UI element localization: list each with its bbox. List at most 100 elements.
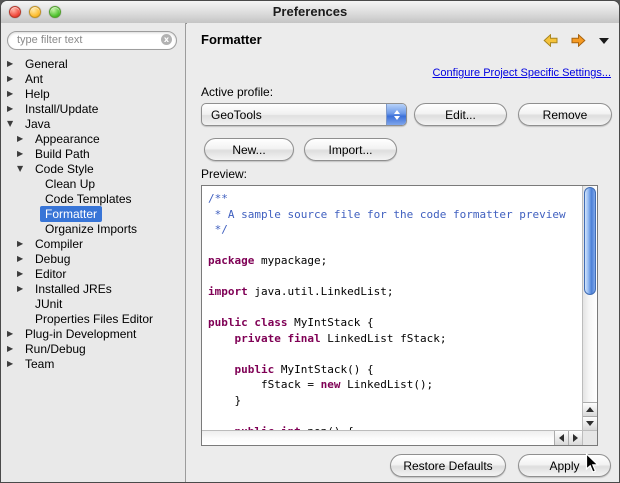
sidebar-item-properties-files-editor[interactable]: Properties Files Editor — [1, 311, 184, 326]
apply-button[interactable]: Apply — [518, 454, 611, 477]
sidebar-item-install-update[interactable]: ▶ Install/Update — [1, 101, 184, 116]
scroll-right-button[interactable] — [568, 431, 582, 445]
expand-arrow-icon[interactable]: ▶ — [7, 59, 20, 68]
active-profile-label: Active profile: — [201, 85, 274, 99]
code-line: } — [208, 393, 242, 407]
preferences-tree: ▶ General ▶ Ant ▶ Help ▶ Install/Update ▼ Java ▶ Ap… — [1, 56, 184, 482]
scroll-left-button[interactable] — [554, 431, 568, 445]
expand-arrow-icon[interactable]: ▶ — [7, 104, 20, 113]
code-line: import java.util.LinkedList; — [208, 285, 394, 298]
sidebar-item-label: Appearance — [35, 131, 100, 146]
expand-arrow-icon[interactable]: ▶ — [17, 284, 30, 293]
remove-button[interactable]: Remove — [518, 103, 612, 126]
sidebar-item-editor[interactable]: ▶ Editor — [1, 266, 184, 281]
scroll-up-icon — [586, 407, 594, 412]
import-button[interactable]: Import... — [304, 138, 397, 161]
profile-selected-value: GeoTools — [211, 107, 262, 122]
sidebar-item-label: Compiler — [35, 236, 84, 251]
expand-arrow-icon[interactable]: ▶ — [17, 269, 30, 278]
expand-arrow-icon[interactable]: ▶ — [17, 239, 30, 248]
code-line: package mypackage; — [208, 254, 328, 267]
sidebar-item-compiler[interactable]: ▶ Compiler — [1, 236, 184, 251]
sidebar-item-label: Plug-in Development — [25, 326, 137, 341]
expand-arrow-icon[interactable]: ▶ — [7, 359, 20, 368]
expand-arrow-icon[interactable]: ▶ — [17, 134, 30, 143]
sidebar-item-clean-up[interactable]: Clean Up — [1, 176, 184, 191]
forward-icon[interactable] — [569, 34, 586, 47]
code-line: public class MyIntStack { — [208, 316, 374, 329]
sidebar-item-label: JUnit — [35, 296, 63, 311]
sidebar-item-label: Ant — [25, 71, 44, 86]
sidebar-item-build-path[interactable]: ▶ Build Path — [1, 146, 184, 161]
sidebar-item-label: Formatter — [40, 205, 103, 222]
sidebar-item-label: Install/Update — [25, 101, 99, 116]
scroll-down-button[interactable] — [583, 416, 597, 430]
expand-arrow-icon[interactable]: ▶ — [7, 344, 20, 353]
main-panel: Formatter Configure Project Specific Set… — [187, 23, 619, 482]
expand-arrow-icon[interactable]: ▶ — [17, 149, 30, 158]
sidebar-item-label: General — [25, 56, 68, 71]
vertical-scrollbar[interactable] — [582, 186, 597, 430]
new-button[interactable]: New... — [204, 138, 294, 161]
sidebar-item-code-templates[interactable]: Code Templates — [1, 191, 184, 206]
sidebar-item-debug[interactable]: ▶ Debug — [1, 251, 184, 266]
sidebar-item-ant[interactable]: ▶ Ant — [1, 71, 184, 86]
sidebar-item-run-debug[interactable]: ▶ Run/Debug — [1, 341, 184, 356]
expand-arrow-icon[interactable]: ▶ — [17, 254, 30, 263]
sidebar-item-label: Build Path — [35, 146, 90, 161]
sidebar-item-label: Run/Debug — [25, 341, 86, 356]
sidebar-item-team[interactable]: ▶ Team — [1, 356, 184, 371]
profile-dropdown[interactable]: GeoTools — [201, 103, 407, 126]
expand-arrow-icon[interactable]: ▶ — [7, 89, 20, 98]
sidebar-item-organize-imports[interactable]: Organize Imports — [1, 221, 184, 236]
edit-button[interactable]: Edit... — [414, 103, 507, 126]
page-nav — [543, 34, 609, 47]
vertical-scrollbar-thumb[interactable] — [584, 187, 596, 295]
code-line: private final LinkedList fStack; — [234, 331, 447, 345]
titlebar[interactable]: Preferences — [1, 1, 619, 24]
sidebar-item-label: Code Style — [35, 161, 94, 176]
collapse-arrow-icon[interactable]: ▼ — [17, 164, 30, 173]
sidebar-item-label: Installed JREs — [35, 281, 112, 296]
scroll-up-button[interactable] — [583, 402, 597, 416]
collapse-arrow-icon[interactable]: ▼ — [7, 119, 20, 128]
dropdown-arrows-icon — [386, 104, 406, 125]
clear-filter-icon[interactable]: x — [161, 34, 172, 45]
sidebar-item-label: Clean Up — [45, 176, 96, 191]
preferences-window: Preferences x ▶ General ▶ Ant ▶ Help ▶ Install/… — [0, 0, 620, 483]
code-line: /** — [208, 192, 228, 205]
sidebar-item-installed-jres[interactable]: ▶ Installed JREs — [1, 281, 184, 296]
code-line: */ — [208, 223, 228, 236]
sidebar-item-label: Java — [25, 116, 51, 131]
scroll-left-icon — [559, 434, 564, 442]
expand-arrow-icon[interactable]: ▶ — [7, 74, 20, 83]
sidebar-item-plug-in-development[interactable]: ▶ Plug-in Development — [1, 326, 184, 341]
code-preview: /** * A sample source file for the code … — [201, 185, 598, 446]
code-line: fStack = new LinkedList(); — [208, 378, 434, 391]
view-menu-icon[interactable] — [599, 37, 609, 44]
sidebar-item-label: Debug — [35, 251, 71, 266]
sidebar-item-appearance[interactable]: ▶ Appearance — [1, 131, 184, 146]
scroll-right-icon — [573, 434, 578, 442]
configure-project-settings-link[interactable]: Configure Project Specific Settings... — [432, 67, 611, 79]
sidebar-item-label: Properties Files Editor — [35, 311, 154, 326]
expand-arrow-icon[interactable]: ▶ — [7, 329, 20, 338]
restore-defaults-button[interactable]: Restore Defaults — [390, 454, 506, 477]
sidebar-item-help[interactable]: ▶ Help — [1, 86, 184, 101]
sidebar-item-general[interactable]: ▶ General — [1, 56, 184, 71]
sidebar-item-junit[interactable]: JUnit — [1, 296, 184, 311]
sidebar-item-formatter[interactable]: Formatter — [1, 205, 184, 222]
filter-input[interactable] — [7, 30, 177, 50]
page-title: Formatter — [201, 32, 262, 47]
horizontal-scrollbar[interactable] — [202, 430, 582, 445]
sidebar-item-java[interactable]: ▼ Java — [1, 116, 184, 131]
sidebar-item-code-style[interactable]: ▼ Code Style — [1, 161, 184, 176]
back-icon[interactable] — [543, 34, 560, 47]
code-text: /** * A sample source file for the code … — [202, 186, 582, 430]
sidebar-item-label: Organize Imports — [45, 221, 138, 236]
